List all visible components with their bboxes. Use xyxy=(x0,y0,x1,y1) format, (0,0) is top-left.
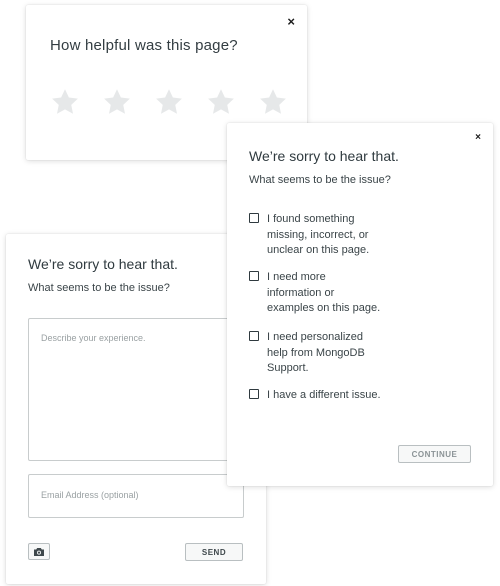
close-icon[interactable]: × xyxy=(287,15,295,28)
checkbox[interactable] xyxy=(249,331,259,341)
continue-button[interactable]: CONTINUE xyxy=(398,445,471,463)
card-title: We’re sorry to hear that. xyxy=(28,256,178,272)
option-label: I found something missing, incorrect, or… xyxy=(267,213,370,256)
email-field[interactable]: Email Address (optional) xyxy=(28,474,244,518)
issue-selection-card: × We’re sorry to hear that. What seems t… xyxy=(227,123,493,486)
checkbox[interactable] xyxy=(249,213,259,223)
star-icon[interactable] xyxy=(206,87,236,117)
star-icon[interactable] xyxy=(258,87,288,117)
star-icon[interactable] xyxy=(102,87,132,117)
rating-question: How helpful was this page? xyxy=(50,37,238,54)
issue-option-different-issue[interactable]: I have a different issue. xyxy=(249,388,419,404)
describe-experience-textarea[interactable]: Describe your experience. xyxy=(28,318,244,461)
star-rating xyxy=(50,87,288,117)
star-icon[interactable] xyxy=(154,87,184,117)
card-subtitle: What seems to be the issue? xyxy=(28,282,170,294)
issue-option-missing-incorrect[interactable]: I found something missing, incorrect, or… xyxy=(249,212,419,259)
close-icon[interactable]: × xyxy=(475,133,481,143)
star-icon[interactable] xyxy=(50,87,80,117)
card-subtitle: What seems to be the issue? xyxy=(249,174,391,186)
option-label: I have a different issue. xyxy=(267,389,381,401)
checkbox[interactable] xyxy=(249,389,259,399)
option-label: I need personalized help from MongoDB Su… xyxy=(267,331,365,374)
camera-icon xyxy=(34,547,44,556)
checkbox[interactable] xyxy=(249,271,259,281)
option-label: I need more information or examples on t… xyxy=(267,271,381,314)
card-title: We’re sorry to hear that. xyxy=(249,148,399,164)
send-button[interactable]: SEND xyxy=(185,543,243,561)
issue-option-need-more-info[interactable]: I need more information or examples on t… xyxy=(249,270,419,317)
screenshot-button[interactable] xyxy=(28,543,50,560)
issue-option-personalized-help[interactable]: I need personalized help from MongoDB Su… xyxy=(249,330,419,377)
